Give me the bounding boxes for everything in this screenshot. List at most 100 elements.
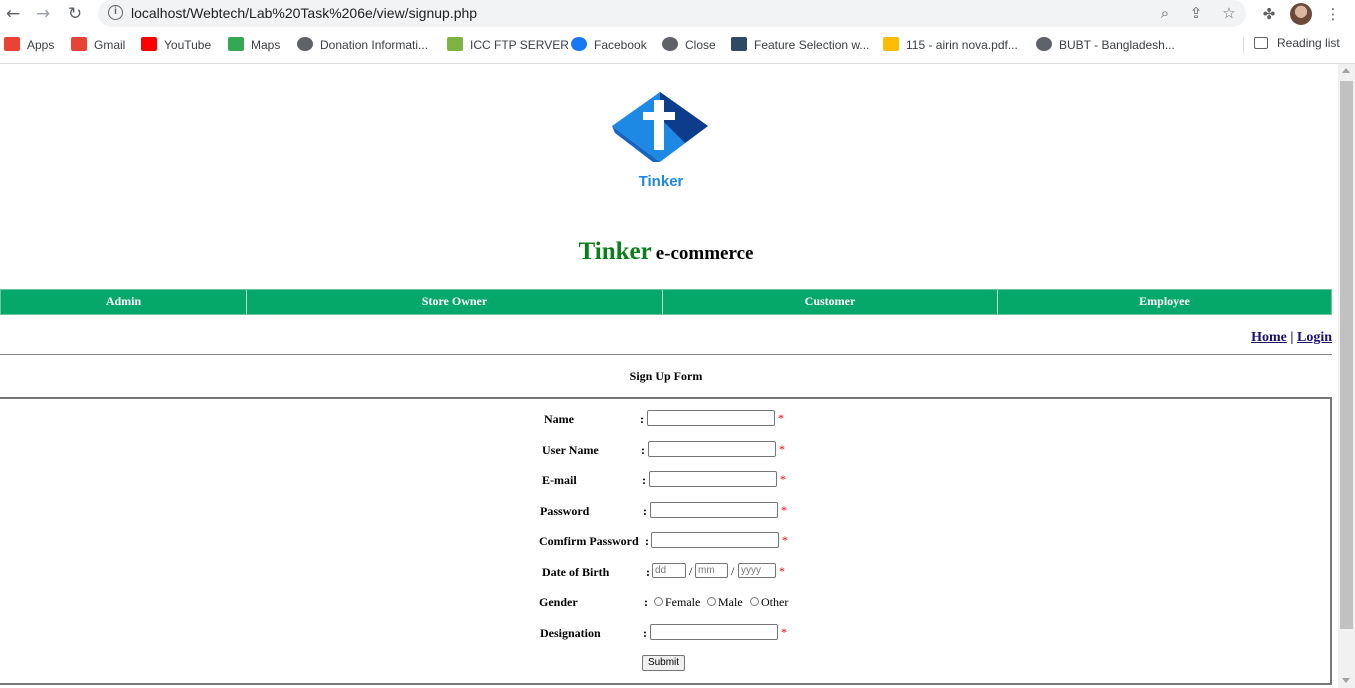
menu-item-admin[interactable]: Admin [1,290,247,314]
brand-name: Tinker [578,238,652,265]
kebab-menu-icon[interactable]: ⋮ [1323,4,1343,24]
email-input[interactable] [649,471,777,487]
bookmark-label: 115 - airin nova.pdf... [906,38,1018,52]
tinker-logo: Tinker [612,92,708,190]
extensions-puzzle-icon[interactable]: ✤ [1259,4,1279,24]
bookmark-item[interactable]: Close [662,36,716,54]
dob-separator: / [731,564,735,578]
password-input[interactable] [650,502,778,518]
username-input[interactable] [648,441,776,457]
forward-arrow-icon[interactable]: → [32,3,54,25]
scroll-up-arrow-icon[interactable] [1342,68,1350,73]
globe-icon [297,37,313,51]
reading-list-button[interactable]: Reading list [1254,36,1340,50]
colon: : [643,626,647,640]
reading-list-icon [1254,37,1268,49]
dob-row: Date of Birth : dd / mm / yyyy * [0,563,1330,583]
bookmark-star-icon[interactable]: ☆ [1220,4,1238,22]
globe-icon [1036,37,1052,51]
share-icon[interactable]: ⇪ [1187,4,1205,22]
bookmark-item[interactable]: ICC FTP SERVER [447,36,569,54]
login-link[interactable]: Login [1297,330,1332,345]
maps-pin-icon [228,37,244,51]
bookmark-item[interactable]: YouTube [141,36,211,54]
colon: : [645,534,649,548]
reload-icon[interactable]: ↻ [64,3,86,25]
icc-leaf-icon [447,37,463,51]
scroll-down-arrow-icon[interactable] [1342,678,1350,683]
email-label: E-mail [542,473,577,487]
browser-toolbar: ← → ↻ i localhost/Webtech/Lab%20Task%206… [0,0,1355,28]
bookmark-item[interactable]: Facebook [571,36,647,54]
dob-year-input[interactable]: yyyy [738,563,776,578]
logo-text: Tinker [639,173,684,190]
required-asterisk: * [780,472,786,486]
facebook-icon [571,37,587,51]
url-text[interactable]: localhost/Webtech/Lab%20Task%206e/view/s… [131,5,477,21]
bookmark-label: Facebook [594,38,647,52]
page-scrollbar[interactable] [1338,64,1355,688]
page-heading: Tinker e-commerce [0,238,1332,266]
bookmark-label: Apps [27,38,55,52]
menu-item-store-owner[interactable]: Store Owner [247,290,663,314]
gender-female-radio[interactable] [654,597,663,606]
designation-input[interactable] [650,624,778,640]
gender-label: Gender [539,595,578,609]
gender-male-radio[interactable] [707,597,716,606]
gmail-icon [71,37,87,51]
role-menu: Admin Store Owner Customer Employee [0,289,1332,315]
reading-list-label: Reading list [1277,36,1340,50]
colon: : [646,565,650,579]
bookmark-item[interactable]: Apps [4,36,54,54]
link-separator: | [1290,330,1294,345]
bookmark-item[interactable]: Maps [228,36,280,54]
dob-separator: / [689,564,693,578]
youtube-icon [141,37,157,51]
designation-row: Designation : * [0,624,1330,644]
divider [0,354,1332,355]
confirm-password-label: Comfirm Password [539,534,639,548]
dob-day-input[interactable]: dd [652,563,686,578]
name-input[interactable] [647,410,775,426]
bookmark-label: ICC FTP SERVER [470,38,569,52]
form-title: Sign Up Form [629,369,703,383]
site-info-icon[interactable]: i [108,5,123,20]
colon: : [644,595,648,609]
bookmark-item[interactable]: Feature Selection w... [731,36,869,54]
bookmark-label: Donation Informati... [320,38,429,52]
designation-label: Designation [540,626,601,640]
bookmark-item[interactable]: 115 - airin nova.pdf... [883,36,1018,54]
top-links: Home | Login [1251,330,1332,346]
scroll-thumb[interactable] [1340,81,1353,629]
gender-other-radio[interactable] [750,597,759,606]
bookmark-label: BUBT - Bangladesh... [1059,38,1175,52]
home-link[interactable]: Home [1251,330,1287,345]
password-row: Password : * [0,502,1330,522]
submit-button[interactable]: Submit [642,655,685,671]
page-content: Tinker Tinker e-commerce Admin Store Own… [0,64,1338,688]
bookmark-label: Feature Selection w... [754,38,870,52]
globe-icon [662,37,678,51]
back-arrow-icon[interactable]: ← [2,3,24,25]
username-row: User Name : * [0,441,1330,461]
username-label: User Name [542,443,599,457]
dob-month-input[interactable]: mm [695,563,728,578]
bookmark-item[interactable]: Donation Informati... [297,36,428,54]
required-asterisk: * [782,533,788,547]
name-row: Name : * [0,410,1330,430]
confirm-password-row: Comfirm Password : * [0,532,1330,552]
menu-item-customer[interactable]: Customer [663,290,998,314]
name-label: Name [544,412,574,426]
profile-avatar[interactable] [1290,3,1312,25]
zoom-icon[interactable]: ⌕ [1156,4,1174,22]
google-drive-icon [883,37,899,51]
required-asterisk: * [779,442,785,456]
menu-item-employee[interactable]: Employee [998,290,1331,314]
gender-row: Gender : Female Male Other [0,593,1330,613]
bookmark-item[interactable]: Gmail [71,36,125,54]
confirm-password-input[interactable] [651,532,779,548]
bookmark-item[interactable]: BUBT - Bangladesh... [1036,36,1175,54]
colon: : [643,504,647,518]
colon: : [642,473,646,487]
address-bar[interactable]: i localhost/Webtech/Lab%20Task%206e/view… [98,0,1246,27]
